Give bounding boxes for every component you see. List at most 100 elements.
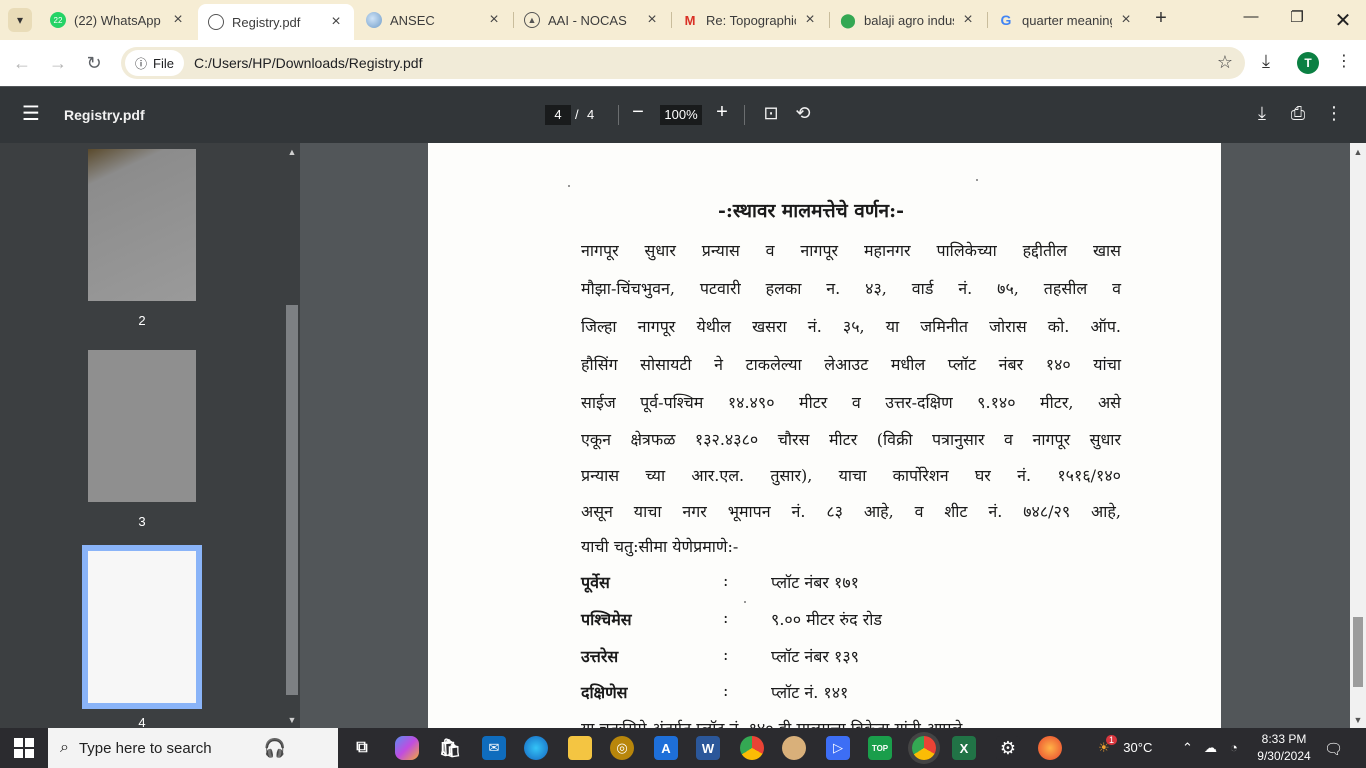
sidebar-scrollbar[interactable]: ▲ ▼ — [284, 143, 300, 728]
scan-speck — [976, 179, 978, 181]
mail-icon[interactable]: ✉ — [482, 736, 506, 760]
topsim-icon[interactable]: TOP — [868, 736, 892, 760]
excel-icon[interactable]: X — [952, 736, 976, 760]
microsoft-store-icon[interactable]: 🛍 — [438, 736, 462, 760]
close-icon[interactable]: × — [486, 11, 502, 29]
pdf-more-button[interactable]: ⋮ — [1323, 103, 1345, 124]
page-number-input[interactable]: 4 — [545, 105, 571, 125]
tab-registry-pdf[interactable]: Registry.pdf × — [198, 4, 354, 40]
scroll-up-icon[interactable]: ▲ — [1350, 147, 1366, 157]
app-icon[interactable]: ▷ — [826, 736, 850, 760]
thumbnail-page-2[interactable] — [88, 149, 196, 301]
tab-search-button[interactable]: ▾ — [8, 8, 32, 32]
reload-button[interactable]: ↻ — [82, 51, 106, 75]
tab-gmail[interactable]: M Re: Topographic × — [672, 6, 828, 34]
tab-google-search[interactable]: G quarter meaning × — [988, 6, 1144, 34]
viewer-scrollbar[interactable]: ▲ ▼ — [1350, 143, 1366, 728]
thumbnail-page-3[interactable] — [88, 350, 196, 502]
weather-widget[interactable]: 1 ☀ 30°C — [1098, 735, 1152, 756]
firefox-icon[interactable] — [1038, 736, 1062, 760]
close-window-button[interactable]: ✕ — [1332, 8, 1354, 32]
chrome-active-icon[interactable] — [912, 736, 936, 760]
tab-ansec[interactable]: ANSEC × — [356, 6, 512, 34]
maps-pin-icon: ⬤ — [840, 11, 856, 28]
minus-icon: − — [632, 101, 644, 123]
tab-title: AAI - NOCAS — [548, 12, 627, 28]
boundary-value: प्लॉट नंबर १३९ — [771, 647, 859, 666]
app-icon[interactable]: ◎ — [610, 736, 634, 760]
bookmark-star-icon[interactable]: ☆ — [1217, 52, 1233, 73]
document-line: असून याचा नगर भूमापन नं. ८३ आहे, व शीट न… — [581, 502, 1121, 521]
thumbnail-page-4-selected[interactable] — [82, 545, 202, 709]
rotate-button[interactable]: ⟲ — [792, 103, 814, 124]
rotate-icon: ⟲ — [795, 103, 811, 123]
downloads-button[interactable]: ⤓ — [1262, 51, 1270, 72]
url-text[interactable]: C:/Users/HP/Downloads/Registry.pdf — [194, 55, 422, 71]
task-view-icon[interactable]: ⧉ — [350, 736, 374, 760]
close-icon[interactable]: × — [1118, 11, 1134, 29]
tray-overflow-icon[interactable]: ⌃ — [1182, 740, 1193, 756]
scroll-down-icon[interactable]: ▼ — [1350, 715, 1366, 725]
paint-icon[interactable] — [782, 736, 806, 760]
start-button[interactable] — [14, 738, 34, 758]
document-line: जिल्हा नागपूर येथील खसरा नं. ३५, या जमिन… — [581, 317, 1121, 336]
edge-icon[interactable] — [524, 736, 548, 760]
boundary-value: प्लॉट नंबर १७१ — [771, 573, 859, 592]
tab-aai-nocas[interactable]: ▲ AAI - NOCAS × — [514, 6, 670, 34]
settings-gear-icon[interactable]: ⚙ — [996, 736, 1020, 760]
zoom-out-button[interactable]: − — [628, 101, 648, 124]
document-line: हौसिंग सोसायटी ने टाकलेल्या लेआउट मधील प… — [581, 355, 1121, 374]
document-heading: -:स्थावर मालमत्तेचे वर्णन:- — [718, 200, 905, 222]
close-icon: ✕ — [1334, 10, 1352, 32]
toolbar-divider — [744, 105, 745, 125]
profile-avatar[interactable]: T — [1297, 52, 1319, 74]
pdf-print-button[interactable]: ⎙ — [1287, 103, 1309, 124]
browser-menu-button[interactable]: ⋮ — [1336, 51, 1352, 71]
back-button[interactable]: ← — [10, 51, 34, 75]
autocad-icon[interactable]: A — [654, 736, 678, 760]
word-icon[interactable]: W — [696, 736, 720, 760]
taskbar-search[interactable]: ⌕ Type here to search 🎧 — [48, 728, 338, 768]
search-highlight-icon: 🎧 — [263, 737, 286, 758]
chrome-icon[interactable] — [740, 736, 764, 760]
boundary-colon: : — [723, 645, 729, 664]
pdf-download-button[interactable]: ⤓ — [1251, 103, 1273, 124]
windows-logo-icon — [14, 738, 23, 747]
close-icon[interactable]: × — [170, 11, 186, 29]
tab-whatsapp[interactable]: 22 (22) WhatsApp × — [40, 6, 196, 34]
notifications-icon[interactable]: 🗨 — [1324, 740, 1343, 758]
site-info-label: File — [153, 55, 174, 71]
tab-title: balaji agro indus — [864, 12, 954, 28]
scroll-up-icon[interactable]: ▲ — [284, 147, 300, 157]
copilot-icon[interactable] — [395, 736, 419, 760]
close-icon[interactable]: × — [644, 11, 660, 29]
sidebar-scroll-thumb[interactable] — [286, 305, 298, 695]
thumbnail-image — [88, 551, 196, 703]
pdf-menu-button[interactable]: ☰ — [22, 104, 42, 124]
tab-strip: ▾ 22 (22) WhatsApp × Registry.pdf × ANSE… — [0, 0, 1366, 40]
cloud-icon[interactable]: ☁ — [1204, 740, 1217, 756]
file-explorer-icon[interactable] — [568, 736, 592, 760]
taskbar-search-placeholder: Type here to search — [78, 739, 212, 757]
wifi-icon[interactable]: ◔ — [1230, 740, 1238, 755]
tab-maps[interactable]: ⬤ balaji agro indus × — [830, 6, 986, 34]
close-icon[interactable]: × — [960, 11, 976, 29]
restore-button[interactable]: ❐ — [1286, 8, 1308, 30]
windows-logo-icon — [14, 749, 23, 758]
system-clock[interactable]: 8:33 PM 9/30/2024 — [1256, 731, 1312, 765]
zoom-level-input[interactable]: 100% — [660, 105, 702, 125]
fit-page-button[interactable]: ⊡ — [760, 103, 782, 124]
close-icon[interactable]: × — [328, 13, 344, 31]
forward-button[interactable]: → — [46, 51, 70, 75]
boundary-colon: : — [723, 571, 729, 590]
scroll-down-icon[interactable]: ▼ — [284, 715, 300, 725]
zoom-in-button[interactable]: + — [712, 101, 732, 124]
thumbnail-label: 3 — [138, 514, 146, 529]
pdf-viewer[interactable]: -:स्थावर मालमत्तेचे वर्णन:- नागपूर सुधार… — [300, 143, 1350, 728]
address-bar[interactable]: ⓘ File C:/Users/HP/Downloads/Registry.pd… — [121, 47, 1245, 79]
close-icon[interactable]: × — [802, 11, 818, 29]
viewer-scroll-thumb[interactable] — [1353, 617, 1363, 687]
minimize-button[interactable]: — — [1240, 8, 1262, 30]
new-tab-button[interactable]: + — [1150, 8, 1172, 30]
site-info-chip[interactable]: ⓘ File — [125, 50, 184, 76]
